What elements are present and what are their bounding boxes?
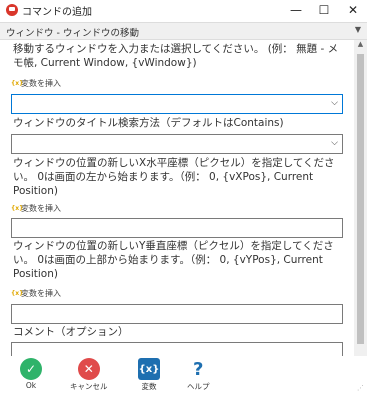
insert-variable-link-y[interactable]: {x} 変数を挿入 — [11, 288, 61, 299]
comment-label: コメント（オプション） — [13, 326, 129, 338]
app-icon — [6, 4, 18, 16]
insert-variable-label: 変数を挿入 — [21, 79, 61, 88]
help-label: ヘルプ — [187, 382, 210, 391]
x-position-label: ウィンドウの位置の新しいX水平座標（ピクセル）を指定してください。 0は画面の左… — [13, 157, 335, 197]
cancel-label: キャンセル — [70, 382, 108, 391]
variables-button[interactable]: {x} 変数 — [138, 358, 160, 392]
help-button[interactable]: ? ヘルプ — [187, 358, 210, 392]
scroll-up-icon[interactable]: ▲ — [354, 40, 367, 52]
title-bar: コマンドの追加 — ☐ ✕ — [0, 0, 367, 20]
footer-toolbar: ✓ Ok ✕ キャンセル {x} 変数 ? ヘルプ ⋰ — [0, 356, 367, 394]
search-method-combobox[interactable]: ⌵ — [11, 134, 343, 154]
comment-input[interactable] — [11, 342, 343, 356]
cancel-button[interactable]: ✕ キャンセル — [70, 358, 108, 392]
help-icon: ? — [193, 358, 204, 380]
cross-icon: ✕ — [77, 358, 100, 380]
variable-icon: {x} — [11, 204, 24, 212]
vertical-scrollbar[interactable]: ▲ — [354, 40, 367, 356]
minimize-button[interactable]: — — [282, 0, 310, 20]
insert-variable-link-window[interactable]: {x} 変数を挿入 — [11, 78, 61, 89]
insert-variable-link-x[interactable]: {x} 変数を挿入 — [11, 203, 61, 214]
close-button[interactable]: ✕ — [339, 0, 367, 20]
scroll-thumb[interactable] — [357, 54, 364, 344]
action-selector-value: ウィンドウ - ウィンドウの移動 — [6, 28, 139, 39]
y-position-input[interactable] — [11, 304, 343, 324]
variables-icon: {x} — [138, 358, 160, 380]
dropdown-arrow-icon: ▼ — [354, 25, 361, 34]
variable-icon: {x} — [11, 289, 24, 297]
y-position-label: ウィンドウの位置の新しいY垂直座標（ピクセル）を指定してください。 0は画面の上… — [13, 240, 334, 280]
chevron-down-icon[interactable]: ⌵ — [331, 98, 338, 108]
insert-variable-label: 変数を挿入 — [21, 204, 61, 213]
action-selector[interactable]: ウィンドウ - ウィンドウの移動 ▼ — [0, 22, 367, 40]
x-position-input[interactable] — [11, 218, 343, 238]
resize-grip-icon[interactable]: ⋰ — [357, 384, 365, 392]
window-field-label: 移動するウィンドウを入力または選択してください。 (例： 無題 - メモ帳, C… — [13, 43, 339, 69]
ok-label: Ok — [25, 381, 37, 390]
variable-icon: {x} — [11, 79, 24, 87]
insert-variable-label: 変数を挿入 — [21, 289, 61, 298]
variables-label: 変数 — [141, 382, 157, 391]
window-combobox[interactable]: ⌵ — [11, 94, 343, 114]
maximize-button[interactable]: ☐ — [310, 0, 338, 20]
window-title: コマンドの追加 — [22, 7, 92, 18]
check-icon: ✓ — [20, 358, 42, 380]
chevron-down-icon[interactable]: ⌵ — [331, 138, 338, 148]
search-method-label: ウィンドウのタイトル検索方法（デフォルトはContains) — [13, 117, 284, 129]
form-area: 移動するウィンドウを入力または選択してください。 (例： 無題 - メモ帳, C… — [0, 40, 355, 356]
ok-button[interactable]: ✓ Ok — [20, 358, 42, 390]
